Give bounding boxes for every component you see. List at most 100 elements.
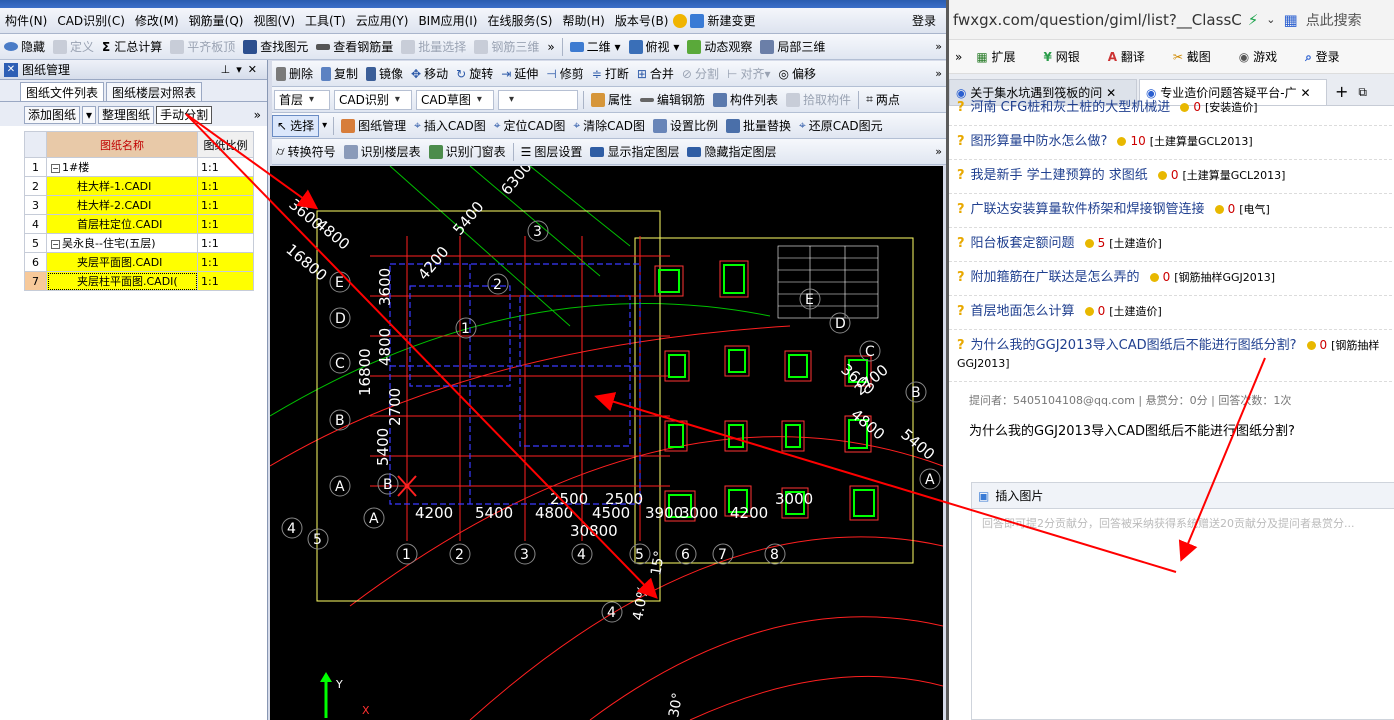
bookmark-login[interactable]: ⌕ 登录 [1305,48,1354,65]
floor-select[interactable]: 首层 [274,89,330,110]
table-row[interactable]: 7 夹层柱平面图.CADI(1:1 [24,271,254,291]
drawing-name-cell[interactable]: 首层柱定位.CADI [46,214,198,234]
category[interactable]: [土建算量GCL2013] [1150,135,1253,148]
menu-item[interactable]: 在线服务(S) [482,8,557,34]
url-text[interactable]: fwxgx.com/question/giml/list?__ClassC [953,11,1242,29]
summary-calc-button[interactable]: Σ 汇总计算 [98,36,166,58]
table-row[interactable]: 6 夹层平面图.CADI 1:1 [24,252,254,272]
category[interactable]: [土建造价] [1109,237,1162,250]
batch-replace-button[interactable]: 批量替换 [722,115,795,137]
recognize-door-window-button[interactable]: 识别门窗表 [425,141,510,163]
split-button[interactable]: ⊘ 分割 [678,63,723,85]
component-select[interactable] [498,89,578,110]
bookmark-translate[interactable]: A 翻译 [1108,48,1159,65]
menu-item[interactable]: 视图(V) [248,8,300,34]
extend-button[interactable]: ⇥ 延伸 [497,63,542,85]
insert-cad-button[interactable]: ⌖ 插入CAD图 [410,115,490,137]
category[interactable]: [安装造价] [1205,101,1258,114]
question-link[interactable]: 河南 CFG桩和灰土桩的大型机械进 [971,100,1171,115]
category[interactable]: [钢筋抽样GGJ2013] [1174,271,1275,284]
insert-image-button[interactable]: 插入图片 [995,487,1043,504]
collapse-icon[interactable]: − [51,239,60,249]
move-button[interactable]: ✥ 移动 [407,63,452,85]
mirror-button[interactable]: 镜像 [362,63,407,85]
flush-slab-button[interactable]: 平齐板顶 [166,36,239,58]
menu-item[interactable]: 工具(T) [300,8,351,34]
delete-button[interactable]: 删除 [272,63,317,85]
find-element-button[interactable]: 查找图元 [239,36,312,58]
answer-editor[interactable]: ▣ 插入图片 回答即可提2分贡献分，回答被采纳获得系统赠送20贡献分及提问者悬赏… [971,482,1394,720]
category[interactable]: [电气] [1239,203,1270,216]
select-dropdown-icon[interactable]: ▾ [322,120,327,131]
component-list-button[interactable]: 构件列表 [709,89,782,111]
close-panel-icon[interactable]: ✕ [4,62,18,77]
menu-item[interactable]: CAD识别(C) [52,8,130,34]
offset-button[interactable]: ◎ 偏移 [774,63,820,85]
question-link[interactable]: 为什么我的GGJ2013导入CAD图纸后不能进行图纸分割? [971,338,1297,353]
hide-button[interactable]: 隐藏 [0,36,49,58]
show-layer-button[interactable]: 显示指定图层 [586,141,683,163]
hide-layer-button[interactable]: 隐藏指定图层 [683,141,780,163]
category[interactable]: [土建造价] [1109,305,1162,318]
menu-item[interactable]: 钢筋量(Q) [184,8,249,34]
break-button[interactable]: ≑ 打断 [588,63,633,85]
question-link[interactable]: 阳台板套定额问题 [971,236,1075,251]
copy-button[interactable]: 复制 [317,63,362,85]
drawing-name-cell[interactable]: −1#楼 [46,157,198,177]
view-rebar-button[interactable]: 查看钢筋量 [312,36,397,58]
select-button[interactable]: ↖ 选择 [272,114,320,137]
set-scale-button[interactable]: 设置比例 [649,115,722,137]
cad-canvas[interactable]: 4200 5400 4800 4500 3900 3000 4200 2500 … [270,166,943,720]
manual-split-button[interactable]: 手动分割 [156,106,213,124]
rebar-3d-button[interactable]: 钢筋三维 [470,36,543,58]
new-change-menu[interactable]: 新建变更 [707,8,760,34]
bookmark-overflow-icon[interactable]: » [955,50,962,64]
question-link[interactable]: 首层地面怎么计算 [971,304,1075,319]
panel-more-icon[interactable]: » [254,108,261,122]
menu-item[interactable]: 云应用(Y) [351,8,414,34]
question-link[interactable]: 广联达安装算量软件桥架和焊接钢管连接 [971,202,1205,217]
dynamic-view-button[interactable]: 动态观察 [683,36,756,58]
bookmark-game[interactable]: ◉ 游戏 [1239,48,1291,65]
drawing-name-cell[interactable]: 夹层平面图.CADI [46,252,198,272]
mode-select[interactable]: CAD识别 [334,89,412,110]
define-button[interactable]: 定义 [49,36,98,58]
bookmark-bank[interactable]: ¥ 网银 [1044,48,1094,65]
table-row[interactable]: 4 首层柱定位.CADI 1:1 [24,214,254,234]
tab-floor-mapping[interactable]: 图纸楼层对照表 [106,82,203,101]
question-link[interactable]: 我是新手 学土建预算的 求图纸 [971,168,1148,183]
dropdown-icon[interactable]: ⌄ [1266,13,1275,26]
convert-symbol-button[interactable]: ⌭ 转换符号 [272,141,340,163]
menu-item[interactable]: 帮助(H) [557,8,609,34]
toolbar-overflow-icon[interactable]: » [543,36,558,58]
address-bar[interactable]: fwxgx.com/question/giml/list?__ClassC ⚡ … [949,0,1394,40]
table-row[interactable]: 3 柱大样-2.CADI 1:1 [24,195,254,215]
rotate-button[interactable]: ↻ 旋转 [452,63,497,85]
organize-drawing-button[interactable]: 整理图纸 [98,106,155,124]
menu-item[interactable]: 修改(M) [130,8,184,34]
menu-item[interactable]: 版本号(B) [610,8,674,34]
collapse-icon[interactable]: − [51,163,60,173]
table-row[interactable]: 5− 吴永良--住宅(五层) 1:1 [24,233,254,253]
recognize-floor-table-button[interactable]: 识别楼层表 [340,141,425,163]
batch-select-button[interactable]: 批量选择 [397,36,470,58]
search-box[interactable]: 点此搜索 [1306,10,1362,30]
drawing-name-cell[interactable]: 柱大样-1.CADI [46,176,198,196]
pin-close-icons[interactable]: ⊥▾✕ [221,63,263,76]
category[interactable]: [土建算量GCL2013] [1182,169,1285,182]
bookmark-screenshot[interactable]: ✂ 截图 [1173,48,1225,65]
drawing-manage-button[interactable]: 图纸管理 [337,115,410,137]
local-3d-button[interactable]: 局部三维 [756,36,829,58]
question-link[interactable]: 图形算量中防水怎么做? [971,134,1108,149]
properties-button[interactable]: 属性 [587,89,636,111]
menu-item[interactable]: 构件(N) [0,8,52,34]
table-row[interactable]: 2 柱大样-1.CADI 1:1 [24,176,254,196]
align-button[interactable]: ⊢ 对齐 ▾ [723,63,775,85]
answer-placeholder[interactable]: 回答即可提2分贡献分，回答被采纳获得系统赠送20贡献分及提问者悬赏分... [972,509,1394,537]
top-view-dropdown[interactable]: 俯视 ▾ [625,36,684,58]
add-drawing-dropdown[interactable]: ▾ [82,106,97,124]
clear-cad-button[interactable]: ⌖ 清除CAD图 [569,115,649,137]
table-row[interactable]: 1−1#楼 1:1 [24,157,254,177]
locate-cad-button[interactable]: ⌖ 定位CAD图 [490,115,570,137]
tab-drawing-list[interactable]: 图纸文件列表 [20,82,105,101]
